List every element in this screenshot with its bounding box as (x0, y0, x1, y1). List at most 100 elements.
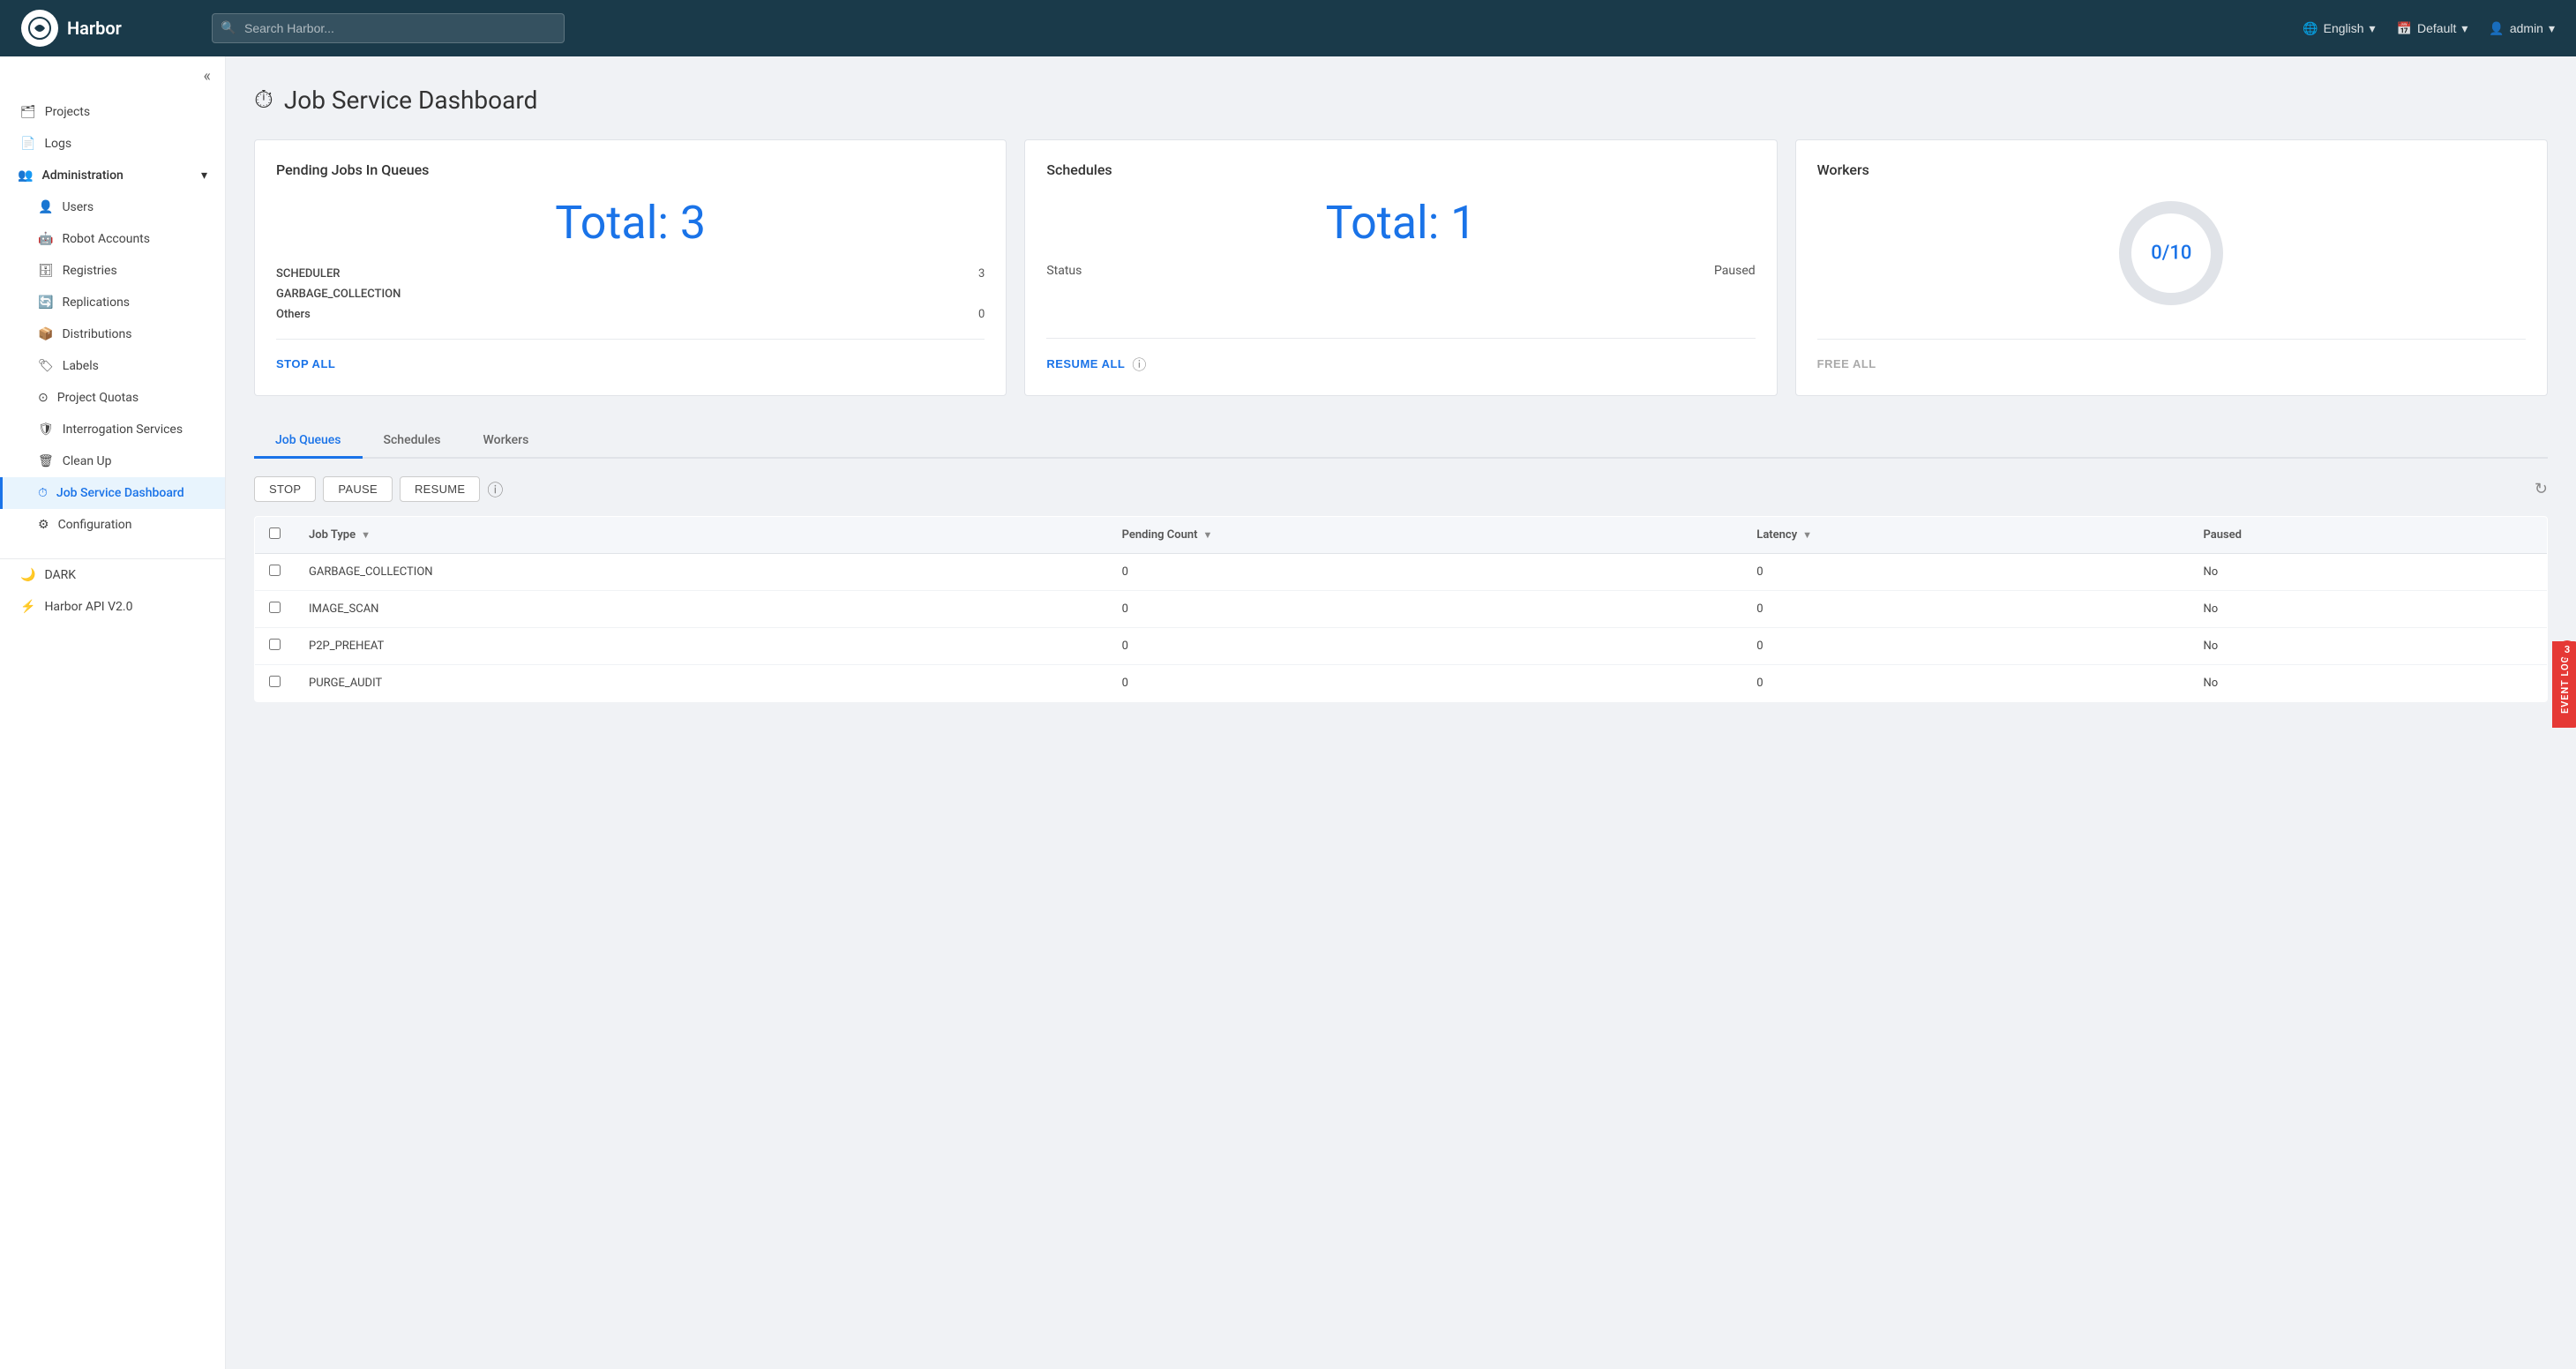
timezone-selector[interactable]: 📅 Default ▾ (2397, 21, 2468, 36)
pending-jobs-card: Pending Jobs In Queues Total: 3 GARBAGE_… (254, 139, 1007, 396)
sidebar-item-project-quotas[interactable]: ⊙ Project Quotas (0, 382, 225, 414)
sidebar-item-users[interactable]: 👤 Users (0, 191, 225, 223)
filter-icon-latency[interactable]: ▼ (1802, 529, 1812, 541)
sidebar-section-administration[interactable]: 👥 Administration ▾ (0, 160, 225, 191)
row-checkbox-cell-4 (255, 665, 296, 702)
sidebar-item-labels[interactable]: 🏷 Labels (0, 350, 225, 382)
calendar-icon: 📅 (2397, 21, 2412, 36)
schedules-action-area: RESUME ALL ⓘ (1046, 338, 1755, 374)
search-input[interactable] (212, 13, 565, 43)
cell-job-type-2: IMAGE_SCAN (295, 591, 1108, 628)
filter-icon-pending-count[interactable]: ▼ (1203, 529, 1213, 541)
tab-workers[interactable]: Workers (462, 424, 550, 459)
cell-paused-3: No (2189, 628, 2547, 665)
sidebar-item-replications[interactable]: 🔄 Replications (0, 287, 225, 318)
cards-row: Pending Jobs In Queues Total: 3 GARBAGE_… (254, 139, 2548, 396)
cell-pending-count-1: 0 (1108, 554, 1743, 591)
row-checkbox-cell-2 (255, 591, 296, 628)
sidebar-item-dark-mode[interactable]: 🌙 DARK (0, 559, 225, 591)
cell-latency-4: 0 (1742, 665, 2189, 702)
pause-button[interactable]: PAUSE (323, 476, 393, 502)
row-checkbox-3[interactable] (269, 639, 281, 650)
search-area: 🔍 (212, 13, 565, 43)
users-icon: 👥 (18, 168, 33, 183)
event-log-badge: 3 (2558, 640, 2576, 658)
search-icon: 🔍 (221, 21, 236, 35)
stat-label-gc: GARBAGE_COLLECTION (276, 288, 401, 301)
row-checkbox-4[interactable] (269, 676, 281, 687)
dashboard-title-icon: ⏱ (254, 85, 273, 115)
app-name: Harbor (67, 18, 122, 39)
row-checkbox-1[interactable] (269, 565, 281, 576)
user-icon: 👤 (2489, 21, 2504, 36)
sidebar-item-clean-up[interactable]: 🗑 Clean Up (0, 445, 225, 477)
sidebar-item-configuration[interactable]: ⚙ Configuration (0, 509, 225, 541)
pending-jobs-stats: GARBAGE_COLLECTION SCHEDULER 3 GARBAGE_C… (276, 264, 985, 325)
row-checkbox-2[interactable] (269, 602, 281, 613)
tab-job-queues[interactable]: Job Queues (254, 424, 363, 459)
chevron-down-icon: ▾ (2370, 21, 2376, 36)
api-icon: ⚡ (20, 600, 35, 614)
person-icon: 👤 (38, 200, 53, 214)
pending-jobs-total: Total: 3 (276, 196, 985, 250)
free-all-button[interactable]: FREE ALL (1817, 354, 1876, 374)
cell-latency-2: 0 (1742, 591, 2189, 628)
filter-icon-job-type[interactable]: ▼ (361, 529, 371, 541)
resume-info-icon[interactable]: ⓘ (1132, 353, 1146, 374)
stop-all-button[interactable]: STOP ALL (276, 354, 335, 374)
resume-button[interactable]: RESUME (400, 476, 480, 502)
cell-paused-2: No (2189, 591, 2547, 628)
tabs-bar: Job Queues Schedules Workers (254, 424, 2548, 459)
language-selector[interactable]: 🌐 English ▾ (2303, 21, 2375, 36)
stat-label-scheduler: SCHEDULER (276, 267, 340, 281)
sidebar-item-interrogation-services[interactable]: 🛡 Interrogation Services (0, 414, 225, 445)
pending-jobs-action-area: STOP ALL (276, 339, 985, 374)
select-all-checkbox[interactable] (269, 527, 281, 539)
sidebar-item-robot-accounts[interactable]: 🤖 Robot Accounts (0, 223, 225, 255)
sidebar-collapse-button[interactable]: « (0, 56, 225, 96)
user-menu[interactable]: 👤 admin ▾ (2489, 21, 2555, 36)
workers-action-area: FREE ALL (1817, 339, 2526, 374)
logo-icon (21, 10, 58, 47)
table-header: Job Type ▼ Pending Count ▼ Latency ▼ (255, 517, 2548, 554)
logo-area: Harbor (21, 10, 198, 47)
folder-icon: 🗂 (20, 105, 36, 119)
sidebar-item-distributions[interactable]: 📦 Distributions (0, 318, 225, 350)
sidebar-item-registries[interactable]: 🗄 Registries (0, 255, 225, 287)
sidebar: « 🗂 Projects 📄 Logs 👥 Administration ▾ 👤… (0, 56, 226, 1369)
cell-job-type-3: P2P_PREHEAT (295, 628, 1108, 665)
info-button[interactable]: ⓘ (487, 478, 503, 501)
workers-card-title: Workers (1817, 161, 2526, 178)
cell-latency-3: 0 (1742, 628, 2189, 665)
cell-paused-1: No (2189, 554, 2547, 591)
stat-row-scheduler: GARBAGE_COLLECTION SCHEDULER 3 (276, 264, 985, 284)
cell-pending-count-4: 0 (1108, 665, 1743, 702)
distribution-icon: 📦 (38, 327, 53, 341)
cell-job-type-1: GARBAGE_COLLECTION (295, 554, 1108, 591)
nav-right: 🌐 English ▾ 📅 Default ▾ 👤 admin ▾ (2303, 21, 2555, 36)
sidebar-item-projects[interactable]: 🗂 Projects (0, 96, 225, 128)
gear-icon: ⚙ (38, 518, 49, 532)
table-toolbar: STOP PAUSE RESUME ⓘ ↻ (254, 476, 2548, 502)
cell-job-type-4: PURGE_AUDIT (295, 665, 1108, 702)
schedules-total: Total: 1 (1046, 196, 1755, 250)
resume-all-button[interactable]: RESUME ALL (1046, 354, 1125, 374)
chevron-down-icon: ▾ (2549, 21, 2555, 36)
dashboard-icon: ⏱ (38, 486, 48, 500)
replication-icon: 🔄 (38, 295, 53, 310)
sidebar-item-logs[interactable]: 📄 Logs (0, 128, 225, 160)
refresh-button[interactable]: ↻ (2535, 480, 2548, 498)
refresh-icon: ↻ (2535, 480, 2548, 497)
cell-paused-4: No (2189, 665, 2547, 702)
schedules-card-title: Schedules (1046, 161, 1755, 178)
pending-jobs-card-title: Pending Jobs In Queues (276, 161, 985, 178)
sidebar-item-harbor-api[interactable]: ⚡ Harbor API V2.0 (0, 591, 225, 623)
tab-schedules[interactable]: Schedules (363, 424, 462, 459)
sidebar-item-job-service-dashboard[interactable]: ⏱ Job Service Dashboard (0, 477, 225, 509)
header-latency: Latency ▼ (1742, 517, 2189, 554)
row-checkbox-cell-3 (255, 628, 296, 665)
schedules-card: Schedules Total: 1 Status Paused RESUME … (1024, 139, 1777, 396)
cell-latency-1: 0 (1742, 554, 2189, 591)
stop-button[interactable]: STOP (254, 476, 316, 502)
trash-icon: 🗑 (38, 454, 54, 468)
